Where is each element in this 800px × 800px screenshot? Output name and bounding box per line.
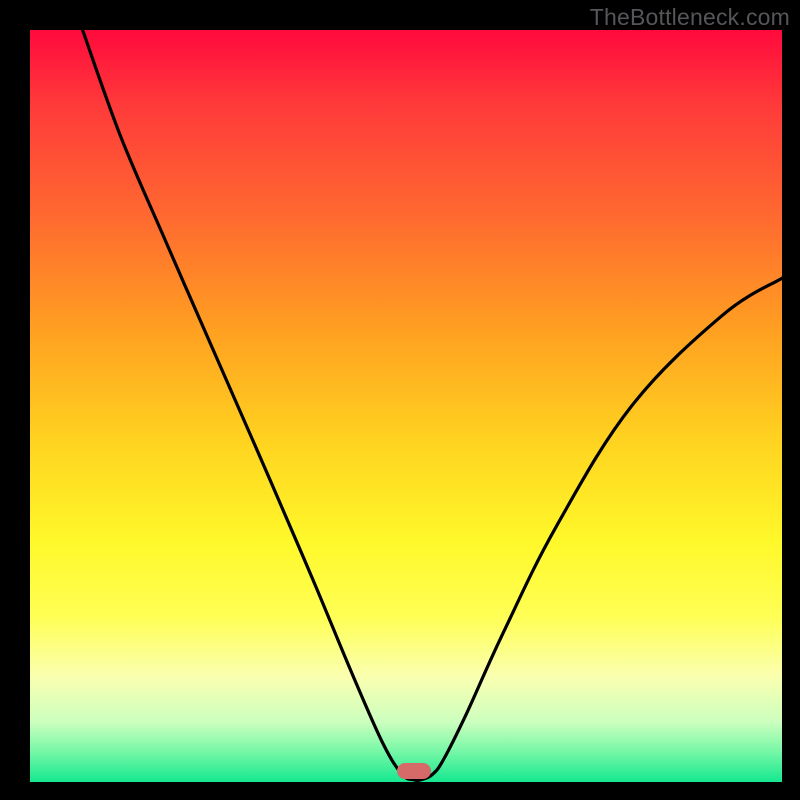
curve-svg <box>30 30 782 782</box>
watermark-text: TheBottleneck.com <box>590 4 790 31</box>
plot-area <box>30 30 782 782</box>
optimum-marker <box>397 763 431 779</box>
chart-frame: TheBottleneck.com <box>0 0 800 800</box>
bottleneck-curve <box>83 30 782 780</box>
